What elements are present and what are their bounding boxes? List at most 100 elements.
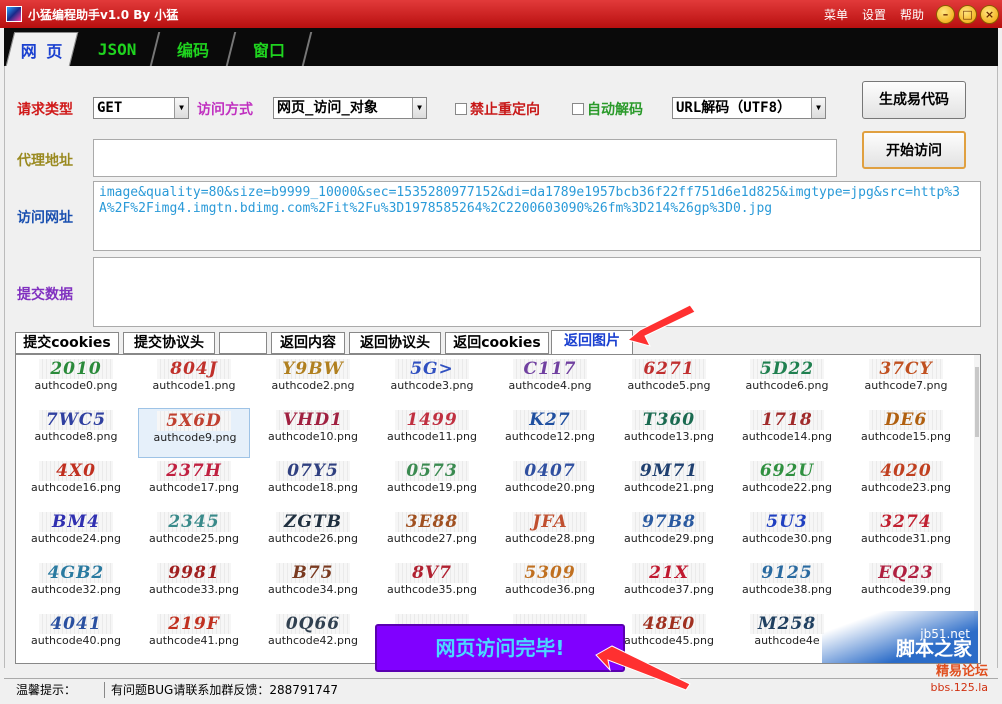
menu-item-help[interactable]: 帮助: [900, 6, 924, 23]
image-item[interactable]: 4GB2 authcode32.png: [20, 561, 132, 611]
image-item[interactable]: 5G> authcode3.png: [376, 357, 488, 407]
image-item[interactable]: ZGTB authcode26.png: [257, 510, 369, 560]
request-type-select[interactable]: GET ▼: [93, 97, 189, 119]
image-filename: authcode34.png: [268, 583, 358, 596]
title-bar: 小猛编程助手v1.0 By 小猛 菜单 设置 帮助 – □ ×: [0, 0, 1002, 28]
image-item[interactable]: 692U authcode22.png: [731, 459, 843, 509]
chevron-down-icon: ▼: [174, 98, 188, 118]
image-item[interactable]: T360 authcode13.png: [613, 408, 725, 458]
image-item[interactable]: 237H authcode17.png: [138, 459, 250, 509]
minimize-icon[interactable]: –: [936, 4, 955, 24]
post-data-input[interactable]: [93, 257, 981, 327]
image-item[interactable]: 21X authcode37.png: [613, 561, 725, 611]
menu-item-settings[interactable]: 设置: [862, 6, 886, 23]
url-decode-select[interactable]: URL解码（UTF8） ▼: [672, 97, 826, 119]
image-gallery[interactable]: M258 authcode4e 48E0 authcode45.png 0Q66 auth…: [15, 354, 981, 664]
image-item[interactable]: 2345 authcode25.png: [138, 510, 250, 560]
request-type-label: 请求类型: [17, 102, 73, 118]
image-filename: authcode38.png: [742, 583, 832, 596]
menu-item-menu[interactable]: 菜单: [824, 6, 848, 23]
proxy-input[interactable]: [93, 139, 837, 177]
image-item[interactable]: 3274 authcode31.png: [850, 510, 962, 560]
webpage-panel: 请求类型 GET ▼ 访问方式 网页_访问_对象 ▼ 禁止重定向 自动解码 URL解…: [4, 66, 998, 668]
tab-webpage[interactable]: 网 页: [5, 32, 79, 66]
image-filename: authcode16.png: [31, 481, 121, 494]
image-item[interactable]: 5D22 authcode6.png: [731, 357, 843, 407]
image-item[interactable]: 9125 authcode38.png: [731, 561, 843, 611]
image-item[interactable]: JFA authcode28.png: [494, 510, 606, 560]
image-filename: authcode9.png: [153, 431, 237, 444]
image-item[interactable]: C117 authcode4.png: [494, 357, 606, 407]
image-item[interactable]: 219F authcode41.png: [138, 612, 250, 662]
subtab-submit-headers[interactable]: 提交协议头: [123, 332, 215, 354]
image-item[interactable]: 804J authcode1.png: [138, 357, 250, 407]
image-item[interactable]: 1718 authcode14.png: [731, 408, 843, 458]
access-method-select[interactable]: 网页_访问_对象 ▼: [273, 97, 427, 119]
image-item[interactable]: 8V7 authcode35.png: [376, 561, 488, 611]
image-item[interactable]: 0Q66 authcode42.png: [257, 612, 369, 662]
image-item[interactable]: 9981 authcode33.png: [138, 561, 250, 611]
image-item[interactable]: 2010 authcode0.png: [20, 357, 132, 407]
image-filename: authcode10.png: [268, 430, 358, 443]
checkbox-box[interactable]: [455, 103, 467, 115]
image-item[interactable]: 7WC5 authcode8.png: [20, 408, 132, 458]
subtab-response-headers[interactable]: 返回协议头: [349, 332, 441, 354]
image-item[interactable]: EQ23 authcode39.png: [850, 561, 962, 611]
url-input[interactable]: image&quality=80&size=b9999_10000&sec=15…: [93, 181, 981, 251]
image-item[interactable]: 48E0 authcode45.png: [613, 612, 725, 662]
tab-encoding[interactable]: 编码: [151, 32, 237, 66]
captcha-thumbnail: 4041: [39, 614, 113, 634]
image-filename: authcode29.png: [624, 532, 714, 545]
image-item[interactable]: 0573 authcode19.png: [376, 459, 488, 509]
image-item[interactable]: 4041 authcode40.png: [20, 612, 132, 662]
image-filename: authcode37.png: [624, 583, 714, 596]
subtab-response-images[interactable]: 返回图片: [551, 330, 633, 354]
image-item[interactable]: 07Y5 authcode18.png: [257, 459, 369, 509]
subtab-empty[interactable]: [219, 332, 267, 354]
status-divider: [104, 681, 105, 698]
maximize-icon[interactable]: □: [958, 4, 977, 24]
image-item[interactable]: 5X6D authcode9.png: [138, 408, 250, 458]
image-item[interactable]: 3E88 authcode27.png: [376, 510, 488, 560]
image-item[interactable]: 37CY authcode7.png: [850, 357, 962, 407]
tab-json[interactable]: JSON: [75, 32, 161, 66]
close-icon[interactable]: ×: [980, 4, 999, 24]
image-item[interactable]: DE6 authcode15.png: [850, 408, 962, 458]
start-access-button[interactable]: 开始访问: [862, 131, 966, 169]
scrollbar-thumb[interactable]: [975, 367, 979, 437]
image-item[interactable]: VHD1 authcode10.png: [257, 408, 369, 458]
image-item[interactable]: Y9BW authcode2.png: [257, 357, 369, 407]
captcha-thumbnail: 219F: [157, 614, 231, 634]
image-item[interactable]: BM4 authcode24.png: [20, 510, 132, 560]
image-item[interactable]: 9M71 authcode21.png: [613, 459, 725, 509]
captcha-thumbnail: EQ23: [869, 563, 943, 583]
image-filename: authcode13.png: [624, 430, 714, 443]
image-filename: authcode31.png: [861, 532, 951, 545]
captcha-thumbnail: 1499: [395, 410, 469, 430]
subtab-response-content[interactable]: 返回内容: [271, 332, 345, 354]
image-filename: authcode24.png: [31, 532, 121, 545]
captcha-thumbnail: 5G>: [395, 359, 469, 379]
image-item[interactable]: K27 authcode12.png: [494, 408, 606, 458]
image-item[interactable]: 97B8 authcode29.png: [613, 510, 725, 560]
generate-code-button[interactable]: 生成易代码: [862, 81, 966, 119]
image-filename: authcode30.png: [742, 532, 832, 545]
no-redirect-checkbox[interactable]: 禁止重定向: [455, 99, 540, 119]
image-item[interactable]: 5309 authcode36.png: [494, 561, 606, 611]
window-title: 小猛编程助手v1.0 By 小猛: [28, 7, 179, 22]
image-item[interactable]: 5U3 authcode30.png: [731, 510, 843, 560]
image-item[interactable]: 6271 authcode5.png: [613, 357, 725, 407]
checkbox-box[interactable]: [572, 103, 584, 115]
image-item[interactable]: B75 authcode34.png: [257, 561, 369, 611]
subtab-response-cookies[interactable]: 返回cookies: [445, 332, 549, 354]
image-item[interactable]: 4020 authcode23.png: [850, 459, 962, 509]
captcha-thumbnail: M258: [750, 614, 824, 634]
image-item[interactable]: 1499 authcode11.png: [376, 408, 488, 458]
image-item[interactable]: 4X0 authcode16.png: [20, 459, 132, 509]
image-filename: authcode45.png: [624, 634, 714, 647]
image-item[interactable]: 0407 authcode20.png: [494, 459, 606, 509]
tab-window[interactable]: 窗口: [227, 32, 313, 66]
captcha-thumbnail: Y9BW: [276, 359, 350, 379]
subtab-submit-cookies[interactable]: 提交cookies: [15, 332, 119, 354]
auto-decode-checkbox[interactable]: 自动解码: [572, 99, 643, 119]
